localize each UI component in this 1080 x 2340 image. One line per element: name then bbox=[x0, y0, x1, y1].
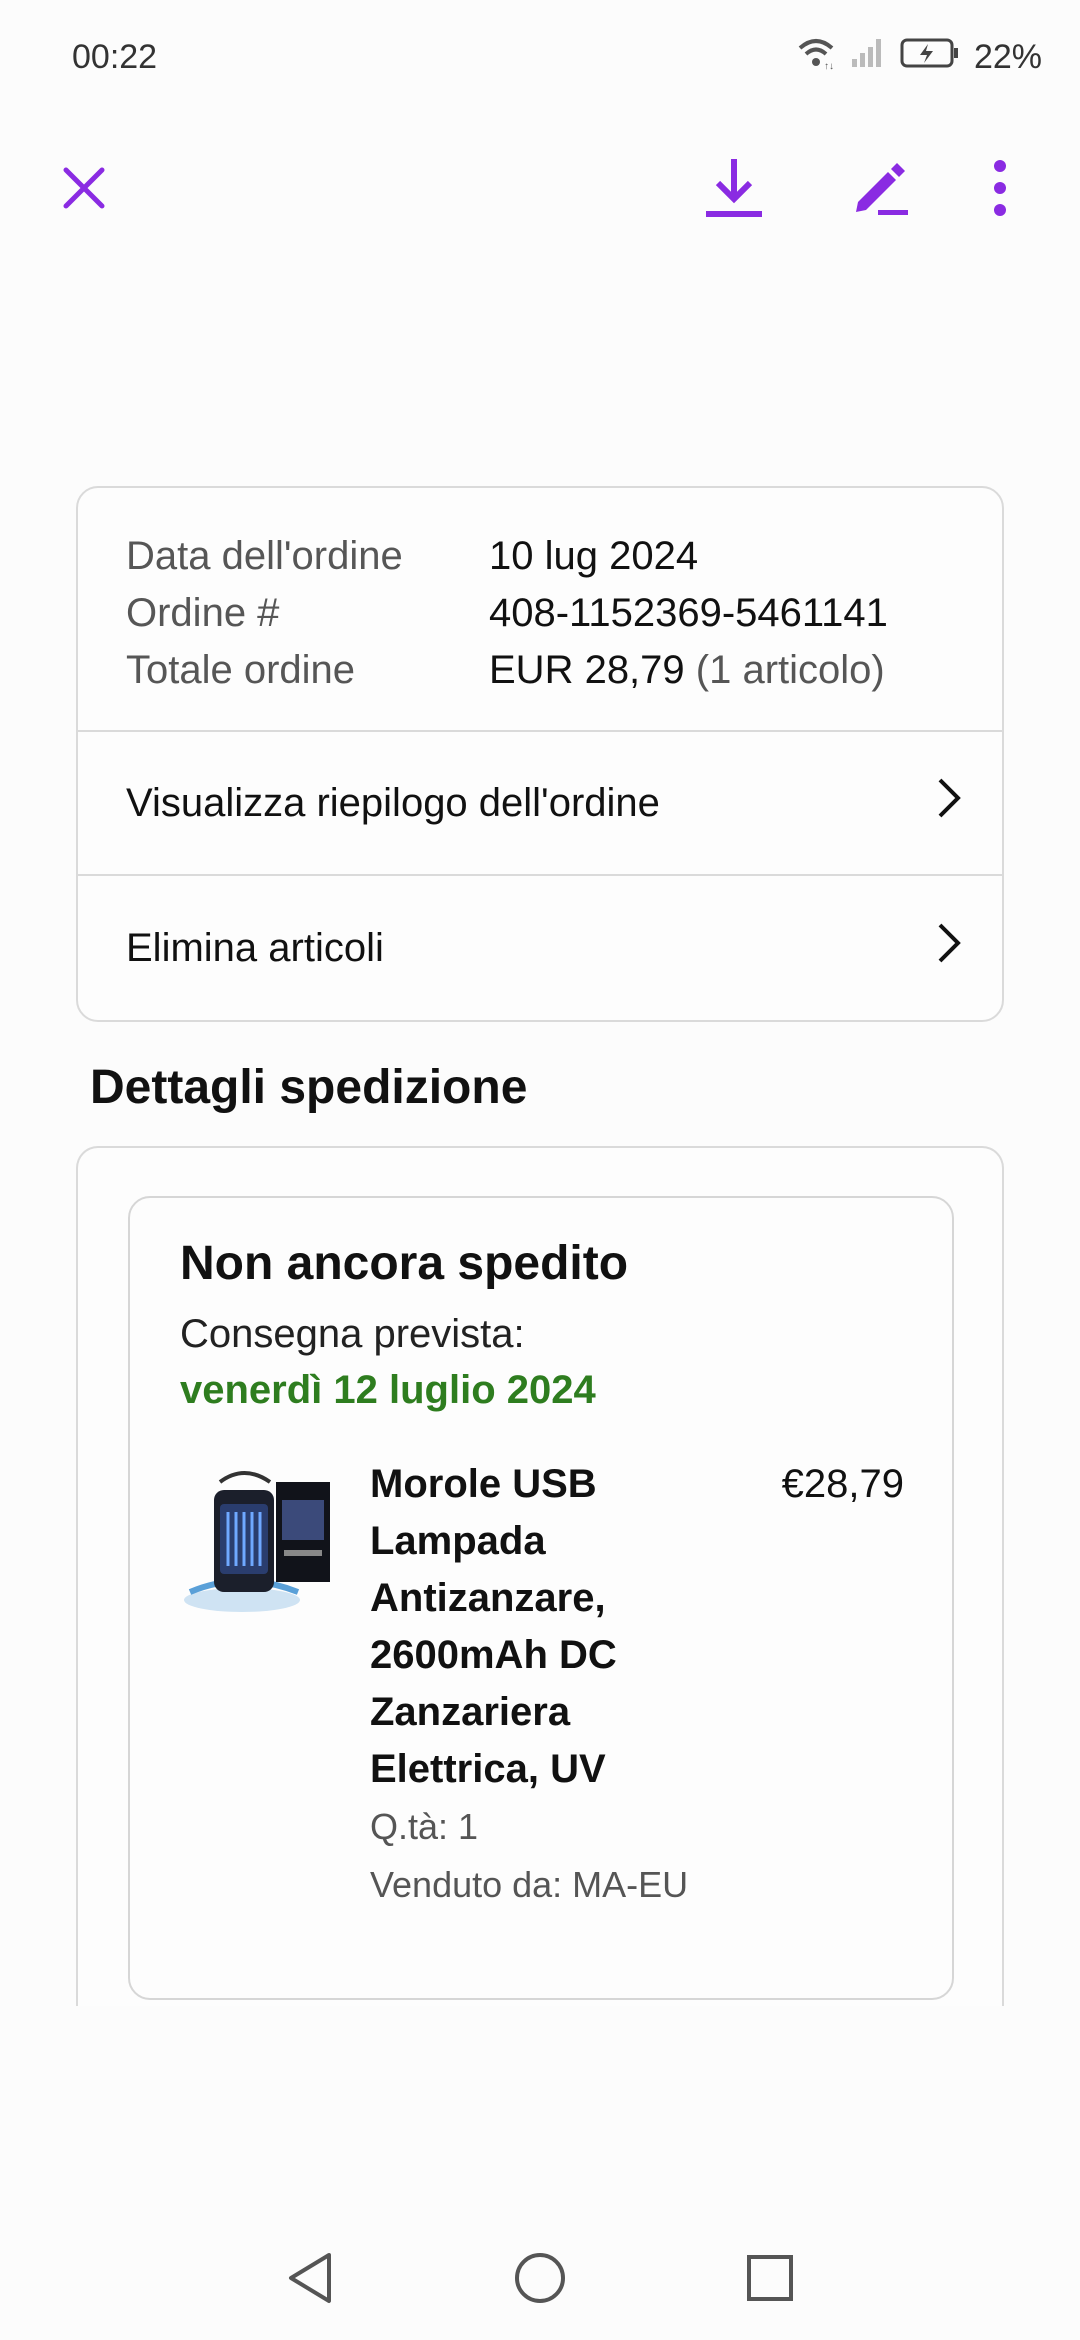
shipment-card: Non ancora spedito Consegna prevista: ve… bbox=[76, 1146, 1004, 2006]
chevron-right-icon bbox=[936, 776, 962, 830]
home-icon bbox=[513, 2251, 567, 2310]
order-number-label: Ordine # bbox=[126, 591, 280, 635]
order-meta: Data dell'ordine 10 lug 2024 Ordine # 40… bbox=[78, 488, 1002, 732]
system-nav-bar bbox=[0, 2230, 1080, 2330]
product-title[interactable]: Morole USB Lampada Antizanzare, 2600mAh … bbox=[370, 1456, 650, 1798]
close-icon bbox=[60, 164, 108, 217]
order-total-label: Totale ordine bbox=[126, 648, 356, 692]
delivery-date: venerdì 12 luglio 2024 bbox=[180, 1368, 596, 1412]
shipment-item-box[interactable]: Non ancora spedito Consegna prevista: ve… bbox=[128, 1196, 954, 2000]
back-icon bbox=[285, 2251, 335, 2310]
edit-icon bbox=[848, 156, 912, 225]
delete-items-label: Elimina articoli bbox=[126, 925, 384, 970]
order-date-value: 10 lug 2024 bbox=[489, 534, 699, 578]
view-order-summary-link[interactable]: Visualizza riepilogo dell'ordine bbox=[78, 732, 1002, 876]
order-number-row: Ordine # 408-1152369-5461141 bbox=[126, 585, 954, 642]
order-number-value: 408-1152369-5461141 bbox=[489, 591, 888, 635]
chevron-right-icon bbox=[936, 921, 962, 975]
more-button[interactable] bbox=[950, 140, 1050, 240]
product-image[interactable] bbox=[180, 1460, 336, 1616]
download-button[interactable] bbox=[684, 140, 784, 240]
order-summary-card: Data dell'ordine 10 lug 2024 Ordine # 40… bbox=[76, 486, 1004, 1022]
shipment-section-title: Dettagli spedizione bbox=[90, 1061, 528, 1114]
status-bar: 00:22 ↑↓ 22% bbox=[0, 0, 1080, 120]
delete-items-link[interactable]: Elimina articoli bbox=[78, 876, 1002, 1020]
nav-home-button[interactable] bbox=[490, 2230, 590, 2330]
order-total-row: Totale ordine EUR 28,79 (1 articolo) bbox=[126, 642, 954, 699]
shipment-status: Non ancora spedito bbox=[180, 1237, 629, 1290]
order-total-value-wrap: EUR 28,79 (1 articolo) bbox=[489, 642, 885, 699]
product-quantity: Q.tà: 1 bbox=[370, 1806, 479, 1847]
recents-icon bbox=[746, 2254, 794, 2307]
view-order-summary-label: Visualizza riepilogo dell'ordine bbox=[126, 780, 660, 825]
nav-recents-button[interactable] bbox=[720, 2230, 820, 2330]
order-total-items: (1 articolo) bbox=[695, 648, 885, 692]
status-icons: ↑↓ 22% bbox=[796, 36, 1042, 79]
order-date-row: Data dell'ordine 10 lug 2024 bbox=[126, 528, 954, 585]
battery-charging-icon bbox=[900, 37, 960, 78]
delivery-label: Consegna prevista: bbox=[180, 1312, 525, 1356]
signal-icon bbox=[850, 37, 886, 78]
product-seller: Venduto da: MA-EU bbox=[370, 1864, 689, 1905]
more-vert-icon bbox=[990, 158, 1010, 223]
edit-button[interactable] bbox=[830, 140, 930, 240]
wifi-icon: ↑↓ bbox=[796, 36, 836, 79]
nav-back-button[interactable] bbox=[260, 2230, 360, 2330]
svg-text:↑↓: ↑↓ bbox=[824, 61, 834, 70]
order-total-value: EUR 28,79 bbox=[489, 648, 685, 692]
order-date-label: Data dell'ordine bbox=[126, 534, 403, 578]
battery-percent: 22% bbox=[973, 38, 1042, 76]
app-bar bbox=[0, 140, 1080, 240]
product-price: €28,79 bbox=[781, 1462, 904, 1506]
close-button[interactable] bbox=[34, 140, 134, 240]
status-time: 00:22 bbox=[72, 38, 158, 76]
download-icon bbox=[704, 155, 764, 226]
